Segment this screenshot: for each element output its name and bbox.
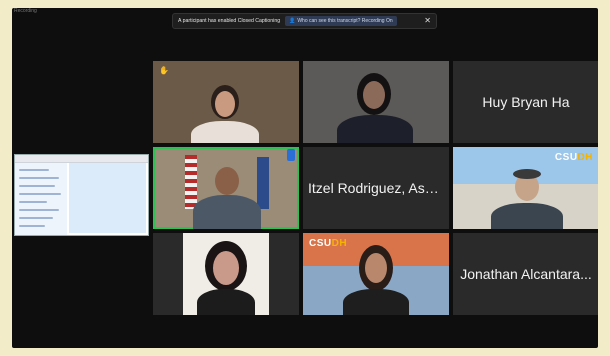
form-line [19, 209, 59, 211]
form-line [19, 193, 61, 195]
raised-hand-icon: ✋ [159, 66, 169, 75]
participant-body [193, 195, 261, 229]
recording-label: Recording [14, 8, 37, 14]
flag-graphic [257, 157, 269, 209]
form-line [19, 185, 55, 187]
closed-caption-banner: A participant has enabled Closed Caption… [172, 13, 437, 29]
participant-face [215, 91, 235, 117]
participant-name: Jonathan Alcantara... [460, 266, 592, 282]
csu-text: CSU [554, 152, 578, 163]
participant-tile-7[interactable] [153, 233, 299, 315]
participant-face [213, 251, 239, 285]
participant-body [491, 203, 563, 229]
participant-name: Itzel Rodriguez, Assi... [308, 180, 444, 196]
shared-map-area [69, 163, 146, 233]
participant-tile-5[interactable]: Itzel Rodriguez, Assi... [303, 147, 449, 229]
close-icon[interactable]: ✕ [424, 17, 431, 25]
participant-body [191, 121, 259, 143]
transcript-info-link[interactable]: 👤 Who can see this transcript? Recording… [285, 16, 397, 26]
csudh-logo: CSUDH [555, 152, 593, 163]
dh-text: DH [331, 238, 348, 249]
participant-body [343, 289, 409, 315]
user-icon: 👤 [289, 18, 296, 24]
screen-share-thumbnail[interactable] [14, 154, 149, 236]
form-line [19, 225, 45, 227]
participant-body [337, 115, 413, 143]
flag-graphic [185, 155, 197, 209]
participant-body [197, 289, 255, 315]
caption-message: A participant has enabled Closed Caption… [178, 18, 281, 24]
participant-tile-9[interactable]: Jonathan Alcantara... [453, 233, 598, 315]
headphones-graphic [513, 169, 541, 179]
participant-face [363, 81, 385, 109]
participant-face [365, 253, 387, 283]
form-line [19, 201, 47, 203]
browser-toolbar [15, 155, 148, 163]
participant-name: Huy Bryan Ha [482, 94, 570, 110]
zoom-window: Recording A participant has enabled Clos… [12, 8, 598, 348]
csudh-logo: CSUDH [309, 238, 347, 249]
participant-tile-6[interactable]: CSUDH [453, 147, 598, 229]
shared-form-panel [15, 163, 67, 235]
transcript-link-label: Who can see this transcript? Recording O… [297, 18, 393, 24]
participant-tile-4[interactable] [153, 147, 299, 229]
dh-text: DH [577, 152, 593, 163]
participant-tile-1[interactable]: ✋ [153, 61, 299, 143]
participant-tile-8[interactable]: CSUDH [303, 233, 449, 315]
csu-text: CSU [309, 238, 332, 249]
participant-tile-3[interactable]: Huy Bryan Ha [453, 61, 598, 143]
participant-face [215, 167, 239, 195]
form-line [19, 169, 49, 171]
form-line [19, 217, 53, 219]
participant-tile-2[interactable] [303, 61, 449, 143]
pin-icon[interactable] [287, 149, 295, 161]
form-line [19, 177, 59, 179]
